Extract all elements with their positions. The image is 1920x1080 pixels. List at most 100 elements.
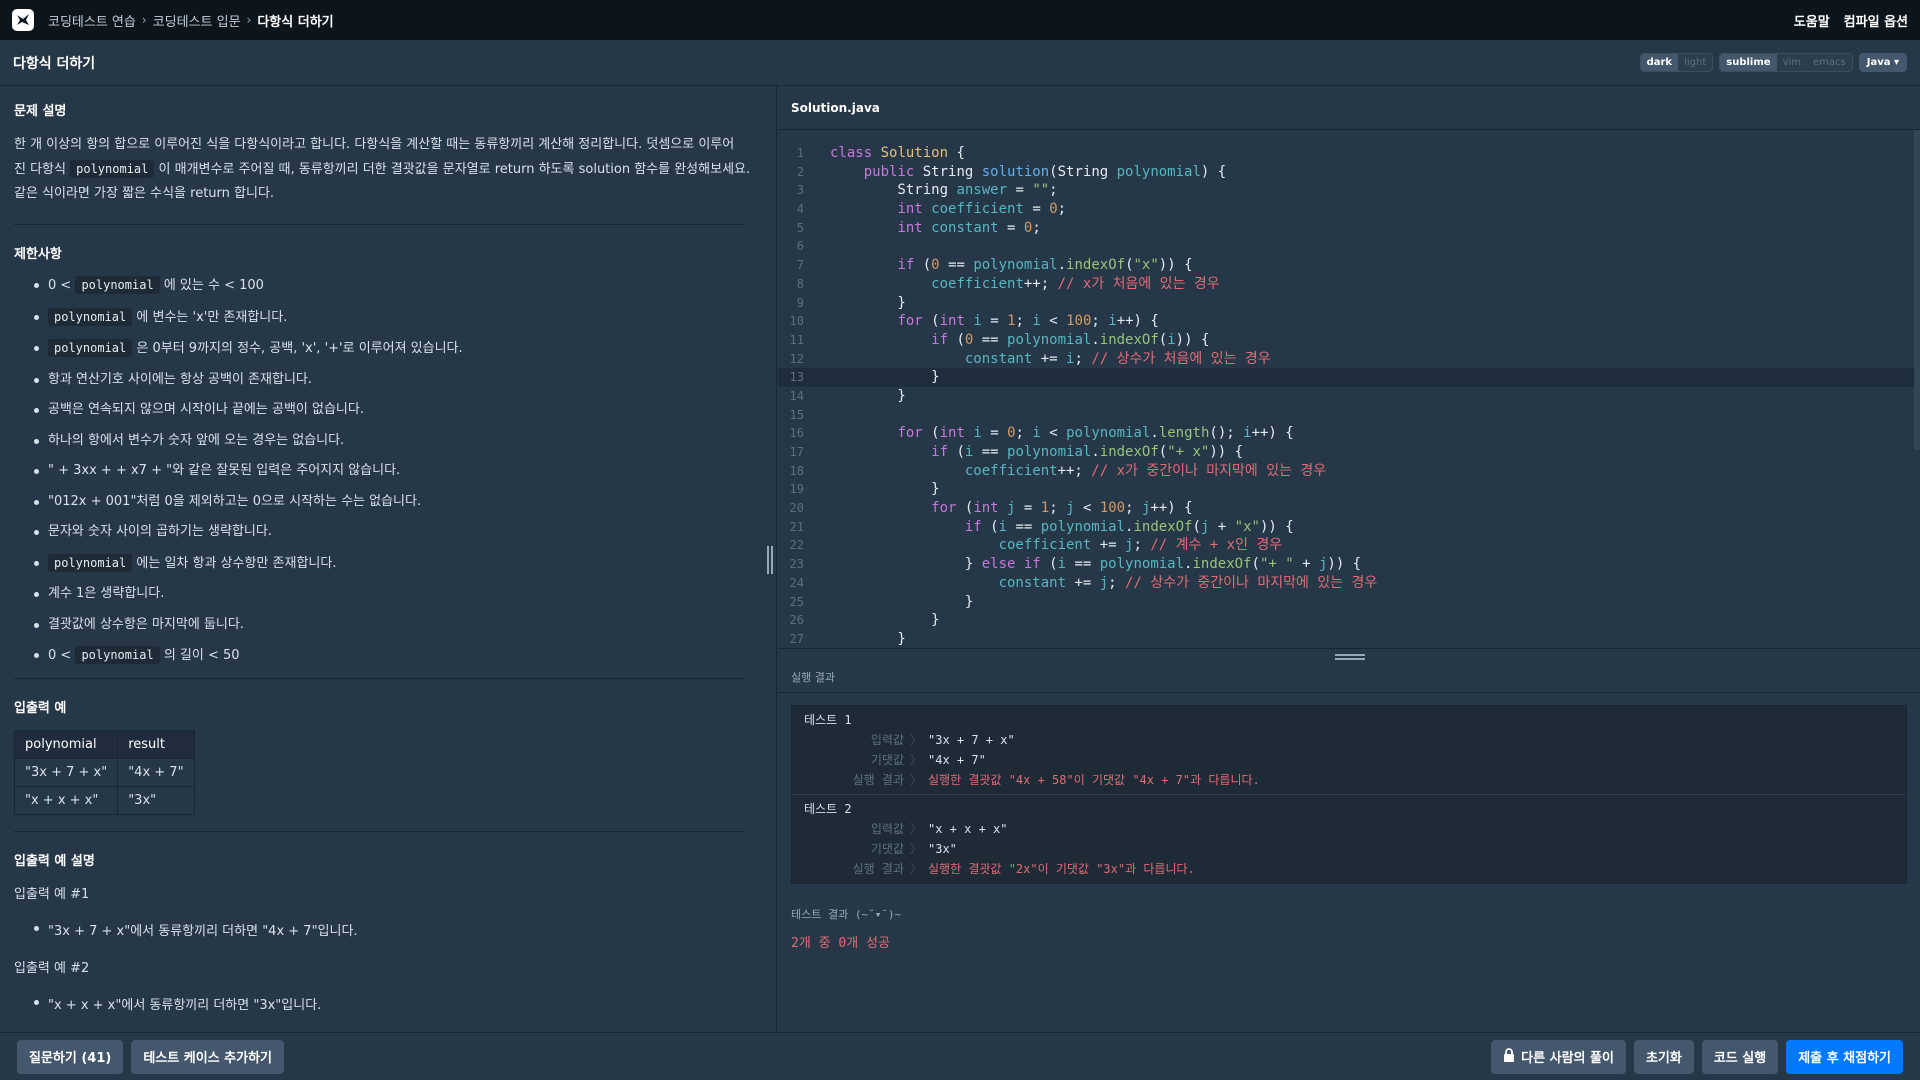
chevron-right-icon: › [246,13,252,27]
keymap-toggle: sublime vim emacs [1719,53,1853,72]
code-line: 27 } [789,630,906,647]
list-item: polynomial 은 0부터 9까지의 정수, 공백, 'x', '+'로 … [14,339,762,358]
table-header: polynomial [13,729,119,759]
table-header: result [117,729,195,759]
page-title: 다항식 더하기 [13,55,96,72]
chevron-right-icon: 〉 [909,822,922,836]
table-row: "x + x + x" "3x" [13,785,195,815]
code-line: 9 } [796,294,906,311]
example-text: "x + x + x"에서 동류항끼리 더하면 "3x"입니다. [14,994,762,1013]
io-table: polynomial result "3x + 7 + x" "4x + 7" … [13,729,195,815]
editor-scrollbar[interactable] [1914,130,1920,450]
desc-text: 이 매개변수로 주어질 때, 동류항끼리 더한 결괏값을 문자열로 return… [158,162,751,177]
theme-light-button[interactable]: light [1678,54,1713,71]
expected-label: 기댓값 [870,842,904,856]
test-name: 테스트 2 [804,802,852,816]
caret-down-icon: ▾ [1893,57,1899,68]
desc-line-2: 진 다항식 polynomial 이 매개변수로 주어질 때, 동류항끼리 더한… [14,157,762,182]
results-header: 실행 결과 [778,649,1920,693]
result-label: 실행 결과 [852,862,904,876]
table-cell: "3x" [117,785,195,815]
code-line: 3 String answer = ""; [796,182,1058,199]
list-item: 계수 1은 생략합니다. [14,585,762,603]
chevron-right-icon: 〉 [909,842,922,856]
result-value: 실행한 결괏값 "2x"이 기댓값 "3x"과 다릅니다. [928,862,1195,876]
code-editor[interactable]: 1 class Solution { 2 public String soluti… [778,130,1920,648]
list-item: 결괏값에 상수항은 마지막에 둡니다. [14,616,762,634]
run-code-button[interactable]: 코드 실행 [1701,1039,1779,1074]
inline-code: polynomial [75,646,160,664]
desc-line-1: 한 개 이상의 항의 합으로 이루어진 식을 다항식이라고 합니다. 다항식을 … [14,137,735,152]
language-select[interactable]: Java ▾ [1858,53,1907,72]
code-line: 15 [789,407,804,422]
keymap-sublime-button[interactable]: sublime [1720,54,1777,71]
list-item: " + 3xx + + x7 + "와 같은 잘못된 입력은 주어지지 않습니다… [14,462,762,480]
file-tab[interactable]: Solution.java [778,86,1920,130]
code-line: 21 if (i == polynomial.indexOf(j + "x"))… [789,518,1294,535]
code-line: 8 coefficient++; // x가 처음에 있는 경우 [796,275,1220,292]
theme-dark-button[interactable]: dark [1640,54,1679,71]
text: 의 길이 < 50 [163,648,240,663]
example-label: 입출력 예 #1 [14,886,90,902]
code-line: 16 for (int i = 0; i < polynomial.length… [789,425,1294,442]
code-line: 24 constant += j; // 상수가 중간이나 마지막에 있는 경우 [789,574,1378,591]
programmers-logo-icon[interactable] [12,9,34,31]
problem-description: 한 개 이상의 항의 합으로 이루어진 식을 다항식이라고 합니다. 다항식을 … [14,133,762,206]
desc-line-3: 같은 식이라면 가장 짧은 수식을 return 합니다. [14,186,275,201]
code-line: 7 if (0 == polynomial.indexOf("x")) { [796,257,1193,274]
other-solutions-button[interactable]: 다른 사람의 풀이 [1491,1039,1626,1074]
chevron-right-icon: 〉 [909,753,922,767]
panel-resize-handle[interactable] [766,546,774,574]
action-bar: 질문하기 (41) 테스트 케이스 추가하기 다른 사람의 풀이 초기화 코드 … [0,1032,1920,1080]
inline-code: polynomial [48,307,133,326]
expected-label: 기댓값 [870,753,904,767]
breadcrumb-item-intro[interactable]: 코딩테스트 입문 [153,11,241,30]
theme-toggle: dark light [1639,53,1714,72]
io-explain-heading: 입출력 예 설명 [14,853,95,869]
code-line: 11 if (0 == polynomial.indexOf(i)) { [789,331,1210,348]
divider [14,830,744,832]
ask-question-button[interactable]: 질문하기 (41) [17,1039,124,1074]
code-line: 23 } else if (i == polynomial.indexOf("+… [789,556,1362,573]
text: 에 변수는 'x'만 존재합니다. [136,309,288,325]
submit-button[interactable]: 제출 후 채점하기 [1786,1039,1903,1074]
test-results: 테스트 1 입력값 〉 "3x + 7 + x" 기댓값 〉 "4x + 7" 실행 결… [791,705,1907,884]
problem-panel[interactable]: 문제 설명 한 개 이상의 항의 합으로 이루어진 식을 다항식이라고 합니다.… [0,86,777,1032]
compile-options-link[interactable]: 컴파일 옵션 [1844,11,1908,30]
keymap-emacs-button[interactable]: emacs [1807,54,1852,71]
text: 에는 일차 항과 상수항만 존재합니다. [136,555,337,571]
list-item: "012x + 001"처럼 0을 제외하고는 0으로 시작하는 수는 없습니다… [14,493,762,511]
add-testcase-button[interactable]: 테스트 케이스 추가하기 [131,1039,284,1074]
inline-code: polynomial [48,553,133,572]
result-value: 실행한 결괏값 "4x + 58"이 기댓값 "4x + 7"과 다릅니다. [928,773,1260,787]
chevron-right-icon: 〉 [909,773,922,787]
breadcrumb-item-current: 다항식 더하기 [257,14,334,30]
chevron-right-icon: › [141,13,147,27]
code-line: 22 coefficient += j; // 계수 + x인 경우 [789,537,1283,554]
code-line: 25 } [789,593,974,610]
help-link[interactable]: 도움말 [1794,11,1830,30]
results-resize-handle[interactable] [1335,654,1365,660]
table-cell: "3x + 7 + x" [13,757,119,787]
code-line: 18 coefficient++; // x가 중간이나 마지막에 있는 경우 [789,462,1327,479]
io-heading: 입출력 예 [14,700,67,716]
code-line: 20 for (int j = 1; j < 100; j++) { [789,500,1193,517]
test-case: 테스트 1 입력값 〉 "3x + 7 + x" 기댓값 〉 "4x + 7" 실행 결… [792,706,1906,794]
chevron-right-icon: 〉 [909,862,922,876]
keymap-vim-button[interactable]: vim [1776,54,1807,71]
list-item: 0 < polynomial 의 길이 < 50 [14,646,762,665]
expected-value: "3x" [928,842,957,856]
inline-code: polynomial [70,160,155,178]
code-line-active: 13 } [778,368,1920,387]
top-nav: 코딩테스트 연습 › 코딩테스트 입문 › 다항식 더하기 도움말 컴파일 옵션 [0,0,1920,40]
list-item: polynomial 에는 일차 항과 상수항만 존재합니다. [14,553,762,573]
reset-button[interactable]: 초기화 [1633,1039,1694,1074]
solution-panel: Solution.java 1 class Solution { 2 public… [778,86,1920,1032]
breadcrumb-item-practice[interactable]: 코딩테스트 연습 [48,11,136,30]
lock-icon [1503,1047,1515,1066]
code-line: 17 if (i == polynomial.indexOf("+ x")) { [789,444,1244,460]
inline-code: polynomial [48,339,133,357]
text: 에 있는 수 < 100 [163,278,264,293]
input-label: 입력값 [870,822,904,836]
challenge-title-bar: 다항식 더하기 dark light sublime vim emacs Jav… [0,40,1920,86]
